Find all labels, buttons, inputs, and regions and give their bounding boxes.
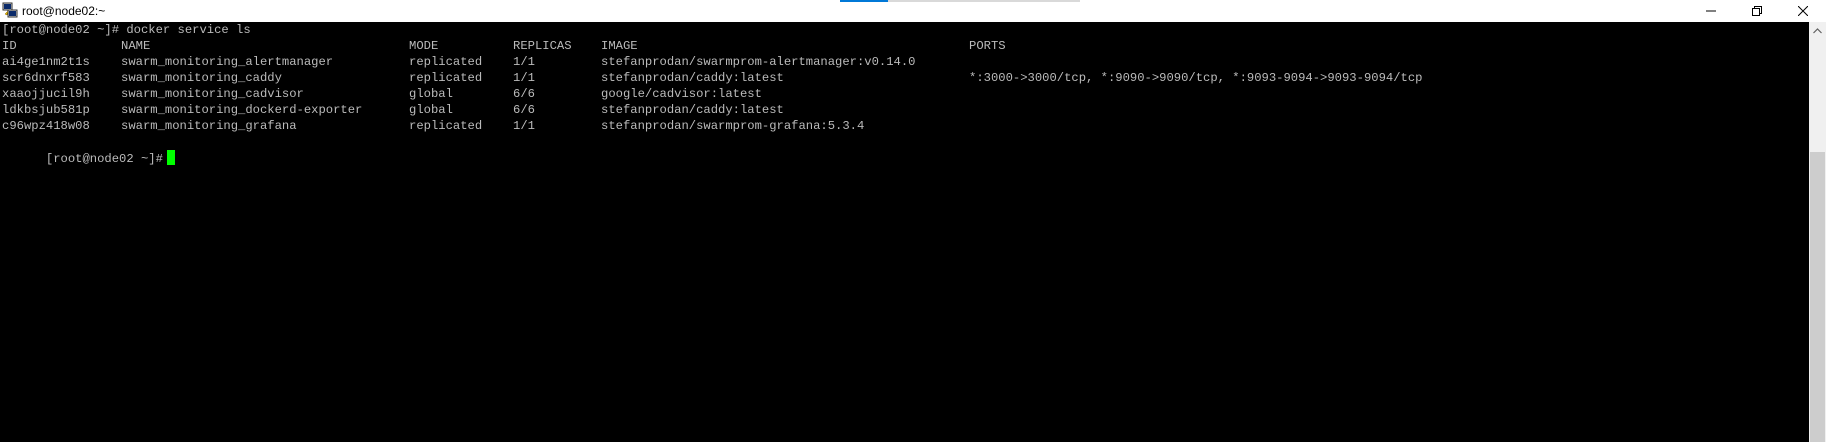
row-name: swarm_monitoring_grafana <box>121 119 297 133</box>
table-row: ai4ge1nm2t1s swarm_monitoring_alertmanag… <box>2 54 916 70</box>
row-id: ai4ge1nm2t1s <box>2 55 90 69</box>
restore-button[interactable] <box>1734 0 1780 22</box>
row-id: xaaojjucil9h <box>2 87 90 101</box>
row-mode: replicated <box>409 119 483 133</box>
row-replicas: 1/1 <box>513 55 535 69</box>
scrollbar-thumb[interactable] <box>1810 152 1825 442</box>
close-icon <box>1798 6 1808 16</box>
minimize-icon <box>1706 10 1716 12</box>
shell-prompt: [root@node02 ~]# <box>45 152 163 166</box>
table-row: ldkbsjub581p swarm_monitoring_dockerd-ex… <box>2 102 784 118</box>
row-id: scr6dnxrf583 <box>2 71 90 85</box>
command-line: [root@node02 ~]# docker service ls <box>2 23 251 37</box>
row-image: stefanprodan/swarmprom-alertmanager:v0.1… <box>601 55 916 69</box>
row-image: stefanprodan/swarmprom-grafana:5.3.4 <box>601 119 865 133</box>
row-mode: global <box>409 87 453 101</box>
header-id: ID <box>2 39 17 53</box>
header-image: IMAGE <box>601 39 638 53</box>
chevron-up-icon <box>1813 27 1822 33</box>
prompt-line[interactable]: [root@node02 ~]# <box>2 134 175 166</box>
header-name: NAME <box>121 39 151 53</box>
row-mode: global <box>409 103 453 117</box>
window-title: root@node02:~ <box>22 4 106 18</box>
minimize-button[interactable] <box>1688 0 1734 22</box>
header-ports: PORTS <box>969 39 1006 53</box>
title-accent-bar-secondary <box>888 0 1080 2</box>
table-header: ID NAME MODE REPLICAS IMAGE PORTS <box>2 38 1006 54</box>
vertical-scrollbar[interactable] <box>1809 22 1826 442</box>
putty-icon[interactable] <box>2 2 18 18</box>
row-image: google/cadvisor:latest <box>601 87 762 101</box>
row-name: swarm_monitoring_alertmanager <box>121 55 334 69</box>
header-replicas: REPLICAS <box>513 39 572 53</box>
row-ports: *:3000->3000/tcp, *:9090->9090/tcp, *:90… <box>969 71 1423 85</box>
row-image: stefanprodan/caddy:latest <box>601 71 784 85</box>
scroll-up-button[interactable] <box>1809 22 1826 39</box>
row-replicas: 1/1 <box>513 71 535 85</box>
row-id: ldkbsjub581p <box>2 103 90 117</box>
putty-window: root@node02:~ [root@node02 ~]# docker se… <box>0 0 1826 442</box>
title-bar[interactable]: root@node02:~ <box>0 0 1826 22</box>
table-row: xaaojjucil9h swarm_monitoring_cadvisor g… <box>2 86 762 102</box>
row-mode: replicated <box>409 71 483 85</box>
row-id: c96wpz418w08 <box>2 119 90 133</box>
close-button[interactable] <box>1780 0 1826 22</box>
row-name: swarm_monitoring_dockerd-exporter <box>121 103 363 117</box>
table-row: c96wpz418w08 swarm_monitoring_grafana re… <box>2 118 864 134</box>
terminal-output[interactable]: [root@node02 ~]# docker service ls ID NA… <box>0 22 1809 442</box>
header-mode: MODE <box>409 39 439 53</box>
text-cursor <box>166 150 175 165</box>
table-row: scr6dnxrf583 swarm_monitoring_caddy repl… <box>2 70 1422 86</box>
restore-icon <box>1752 6 1762 16</box>
title-accent-bar <box>840 0 888 2</box>
row-replicas: 1/1 <box>513 119 535 133</box>
row-replicas: 6/6 <box>513 87 535 101</box>
row-image: stefanprodan/caddy:latest <box>601 103 784 117</box>
row-mode: replicated <box>409 55 483 69</box>
row-name: swarm_monitoring_caddy <box>121 71 282 85</box>
row-name: swarm_monitoring_cadvisor <box>121 87 304 101</box>
row-replicas: 6/6 <box>513 103 535 117</box>
